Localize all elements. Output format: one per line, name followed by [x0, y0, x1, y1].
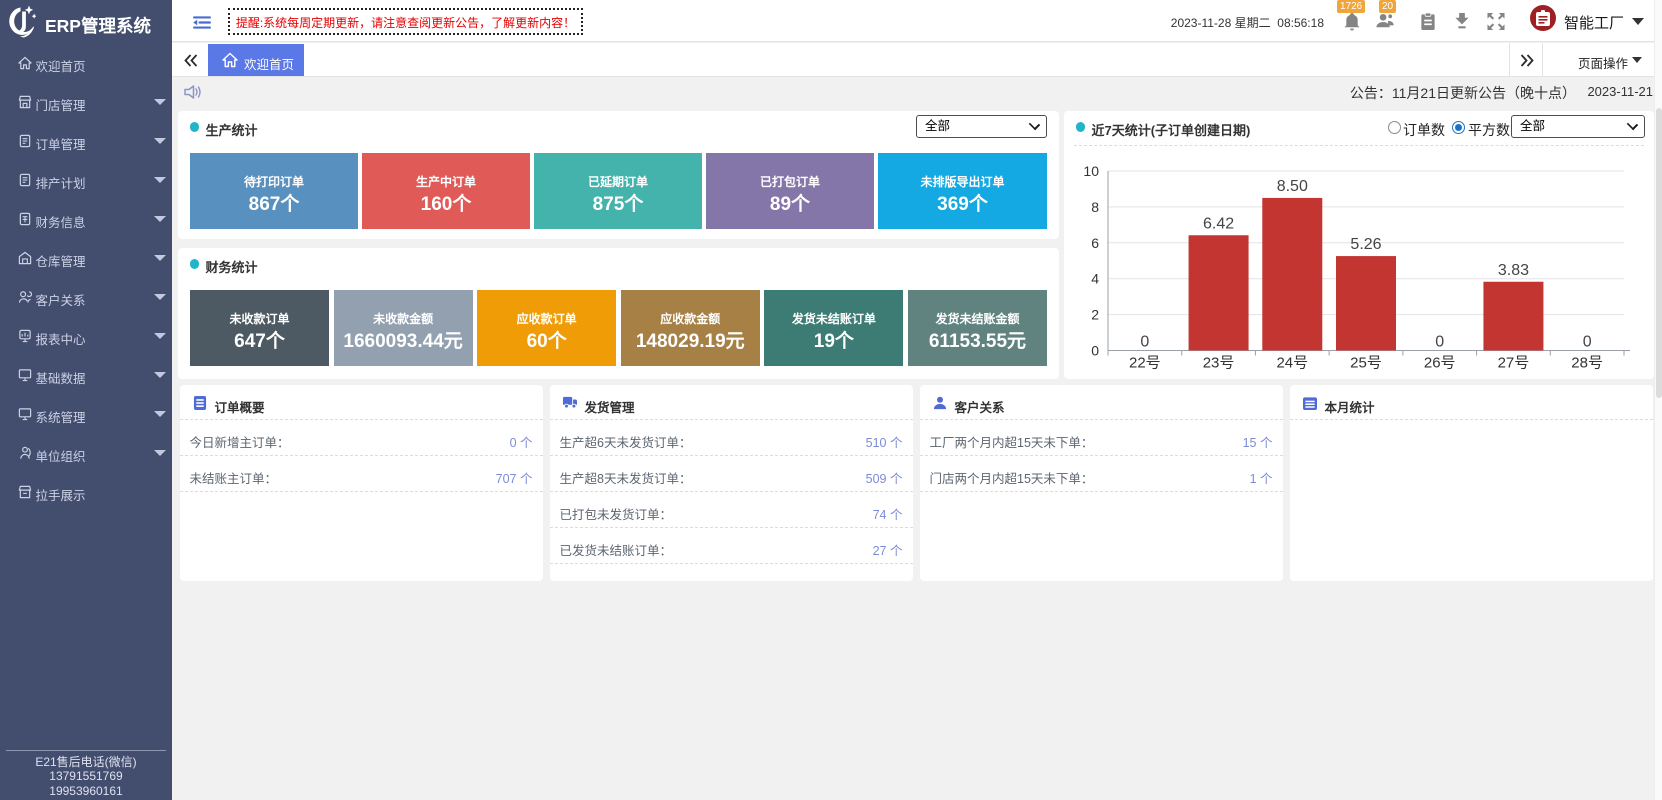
svg-text:8.50: 8.50 — [1277, 178, 1308, 195]
svg-text:6.42: 6.42 — [1203, 215, 1234, 232]
svg-text:0: 0 — [1140, 334, 1149, 351]
svg-text:0: 0 — [1435, 334, 1444, 351]
svg-text:2: 2 — [1091, 307, 1099, 323]
svg-text:3.83: 3.83 — [1498, 262, 1529, 279]
svg-text:26号: 26号 — [1424, 355, 1456, 372]
svg-text:25号: 25号 — [1350, 355, 1382, 372]
svg-text:8: 8 — [1091, 199, 1099, 215]
svg-text:10: 10 — [1083, 163, 1099, 179]
svg-text:27号: 27号 — [1498, 355, 1530, 372]
svg-text:28号: 28号 — [1571, 355, 1603, 372]
svg-text:0: 0 — [1091, 343, 1099, 359]
svg-text:6: 6 — [1091, 235, 1099, 251]
svg-text:23号: 23号 — [1203, 355, 1235, 372]
svg-text:4: 4 — [1091, 271, 1099, 287]
svg-text:5.26: 5.26 — [1350, 236, 1381, 253]
svg-text:22号: 22号 — [1129, 355, 1161, 372]
svg-text:0: 0 — [1583, 334, 1592, 351]
svg-text:24号: 24号 — [1276, 355, 1308, 372]
